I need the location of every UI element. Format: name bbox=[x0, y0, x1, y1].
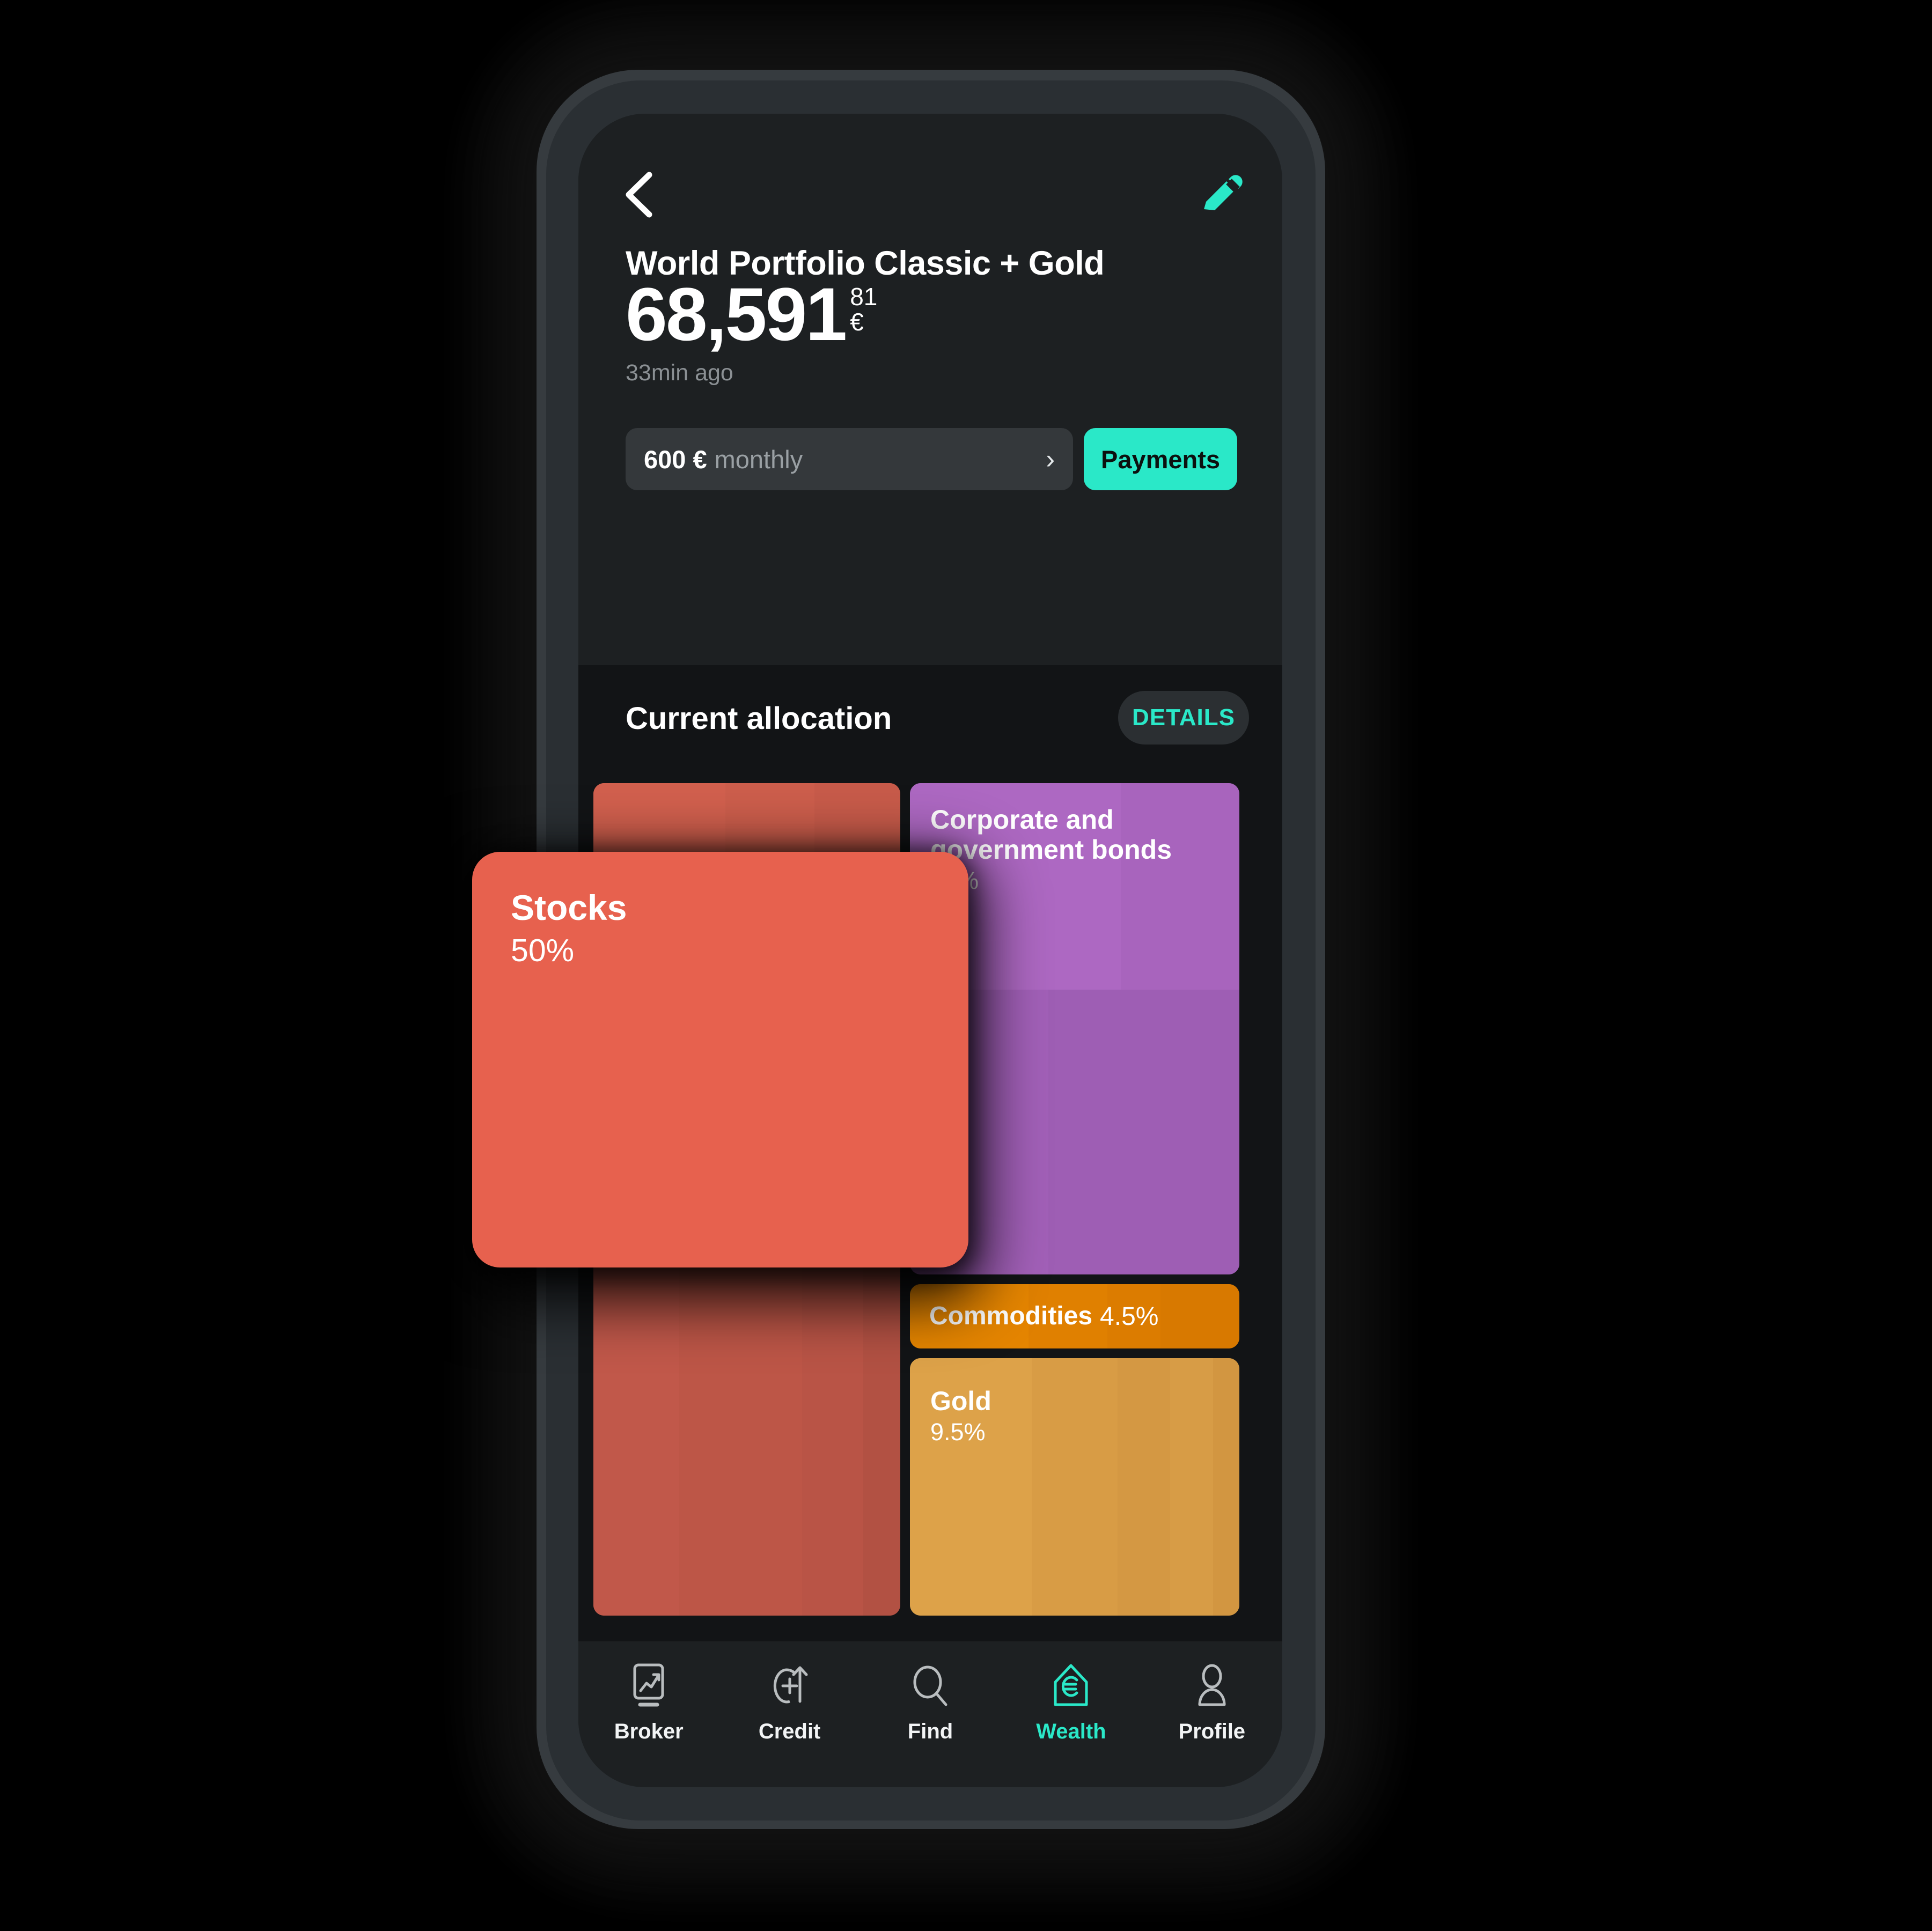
tab-credit[interactable]: Credit bbox=[719, 1651, 860, 1764]
balance-currency: € bbox=[850, 307, 864, 336]
tab-list: Broker Credit Find Wealth Profile bbox=[578, 1651, 1282, 1764]
plan-period: monthly bbox=[714, 445, 803, 474]
credit-arrow-icon bbox=[767, 1663, 813, 1709]
tab-find-label: Find bbox=[907, 1720, 953, 1743]
payments-button[interactable]: Payments bbox=[1084, 428, 1237, 490]
savings-plan-chip[interactable]: 600 € monthly › bbox=[626, 428, 1073, 490]
back-button[interactable] bbox=[621, 171, 659, 219]
hero-section: World Portfolio Classic + Gold 68,591 81… bbox=[578, 114, 1282, 665]
tab-profile[interactable]: Profile bbox=[1142, 1651, 1282, 1764]
gold-subtiles bbox=[910, 1358, 1239, 1616]
allocation-title: Current allocation bbox=[626, 701, 892, 736]
stocks-label: Stocks 50% bbox=[511, 888, 627, 969]
chevron-right-icon: › bbox=[1046, 444, 1055, 474]
tab-wealth-label: Wealth bbox=[1036, 1720, 1106, 1743]
balance-fraction: 81 € bbox=[850, 284, 877, 335]
stocks-pct: 50% bbox=[511, 932, 575, 968]
payments-button-label: Payments bbox=[1100, 445, 1221, 474]
edit-button[interactable] bbox=[1198, 172, 1247, 221]
stocks-name: Stocks bbox=[511, 888, 627, 927]
last-updated-text: 33min ago bbox=[626, 360, 733, 386]
search-icon bbox=[908, 1663, 952, 1709]
plan-amount: 600 € bbox=[644, 445, 707, 474]
allocation-header: Current allocation DETAILS bbox=[578, 665, 1282, 780]
treemap-tile-commodities[interactable]: Commodities 4.5% bbox=[910, 1284, 1239, 1348]
tab-broker-label: Broker bbox=[614, 1720, 684, 1743]
details-button[interactable]: DETAILS bbox=[1118, 691, 1249, 745]
bottom-tab-bar: Broker Credit Find Wealth Profile bbox=[578, 1641, 1282, 1787]
tab-find[interactable]: Find bbox=[860, 1651, 1001, 1764]
broker-chart-icon bbox=[627, 1663, 670, 1709]
commodities-subtiles bbox=[910, 1284, 1239, 1348]
details-button-label: DETAILS bbox=[1132, 704, 1235, 731]
tab-profile-label: Profile bbox=[1178, 1720, 1246, 1743]
tab-credit-label: Credit bbox=[758, 1720, 821, 1743]
treemap-tile-stocks[interactable]: Stocks 50% bbox=[472, 852, 968, 1267]
balance-amount: 68,591 bbox=[626, 272, 847, 356]
wealth-euro-shield-icon bbox=[1050, 1663, 1092, 1709]
tab-wealth[interactable]: Wealth bbox=[1001, 1651, 1141, 1764]
plan-and-payments-row: 600 € monthly › Payments bbox=[626, 428, 1237, 490]
pencil-icon bbox=[1204, 175, 1243, 210]
balance-display: 68,591 81 € bbox=[626, 277, 877, 352]
nav-bar bbox=[578, 114, 1282, 237]
person-icon bbox=[1191, 1663, 1233, 1709]
treemap-tile-gold[interactable]: Gold 9.5% bbox=[910, 1358, 1239, 1616]
tab-broker[interactable]: Broker bbox=[578, 1651, 719, 1764]
chevron-left-icon bbox=[626, 172, 652, 218]
balance-cents: 81 bbox=[850, 283, 878, 311]
